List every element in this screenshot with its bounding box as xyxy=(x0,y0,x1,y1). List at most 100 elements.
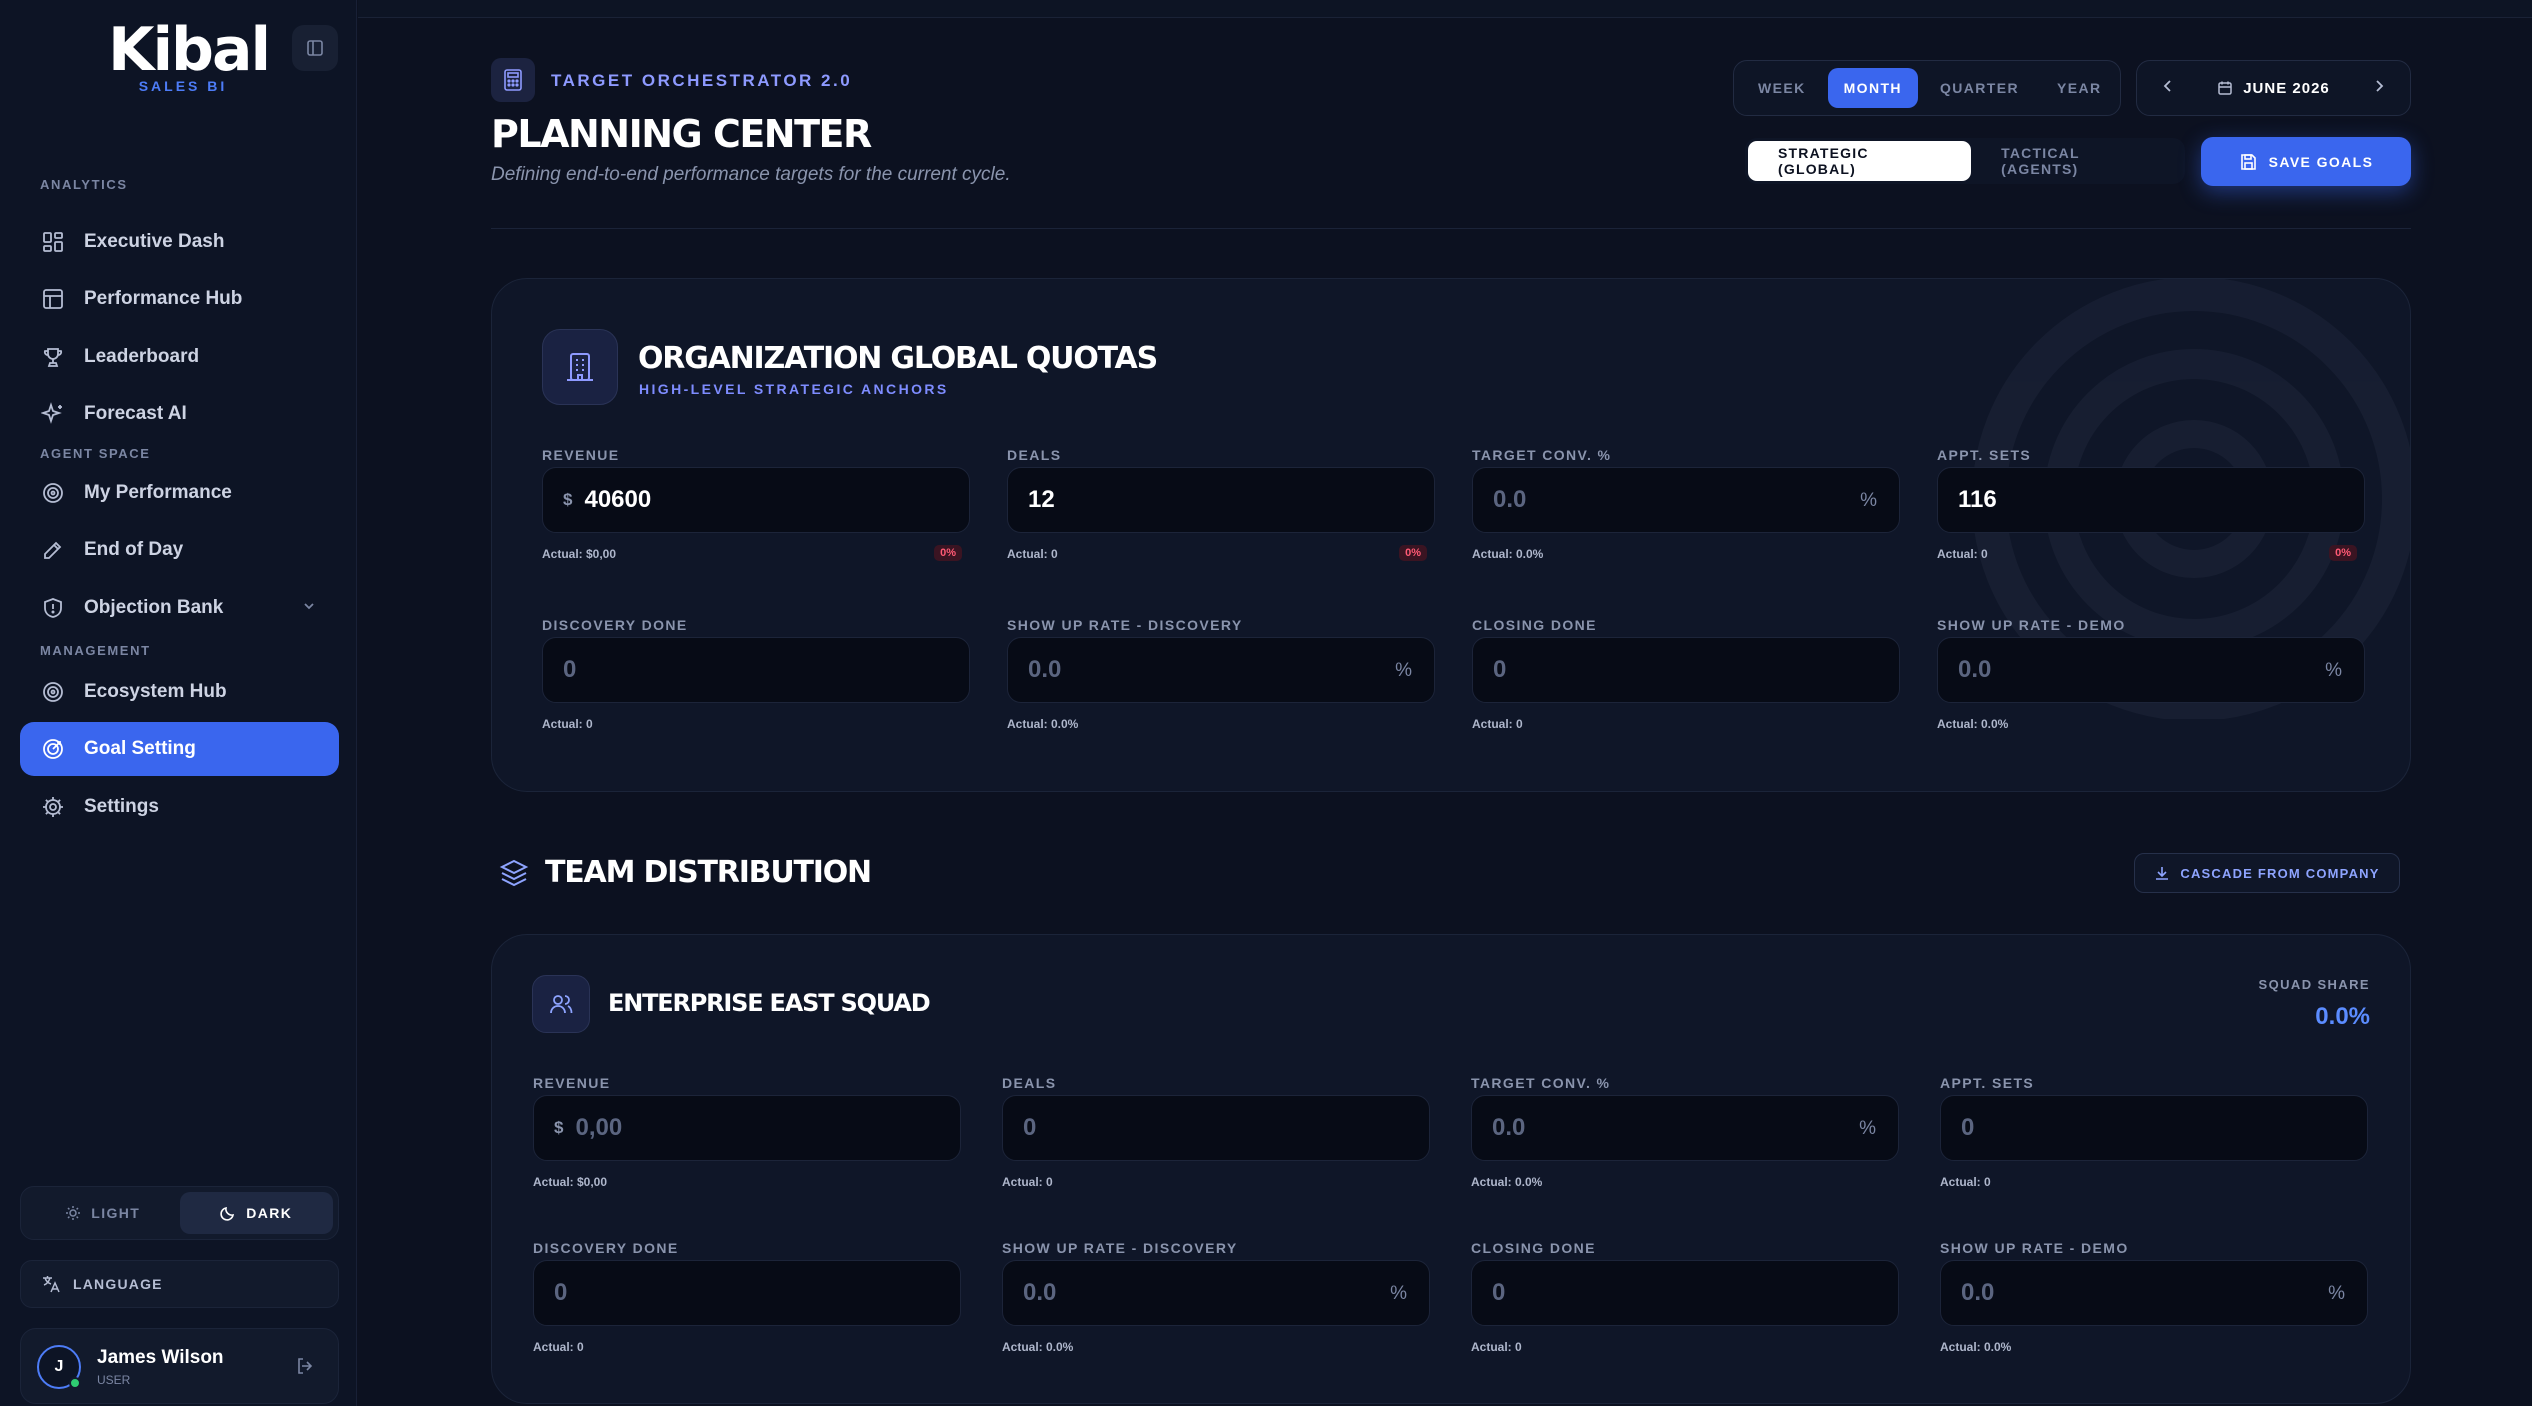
online-status-dot xyxy=(69,1377,81,1389)
actual-text: Actual: 0.0% xyxy=(1937,717,2009,731)
sidebar-item-label: Objection Bank xyxy=(84,597,224,618)
deals-input[interactable]: 0 xyxy=(1002,1095,1430,1161)
brand-logo[interactable]: Kibal SALES BI xyxy=(108,18,271,94)
tab-tactical-agents[interactable]: TACTICAL (AGENTS) xyxy=(1971,141,2182,181)
percent-suffix: % xyxy=(2325,660,2342,681)
squad-metric-target-conv: TARGET CONV. % 0.0 % Actual: 0.0% xyxy=(1471,1075,1899,1195)
logout-icon[interactable] xyxy=(294,1355,316,1382)
theme-light-button[interactable]: LIGHT xyxy=(26,1192,180,1234)
squad-metric-discovery-done: DISCOVERY DONE 0 Actual: 0 xyxy=(533,1240,961,1360)
sidebar-item-end-of-day[interactable]: End of Day xyxy=(20,523,339,577)
actual-text: Actual: 0 xyxy=(1007,547,1058,561)
global-metric-show-up-demo: SHOW UP RATE - DEMO 0.0 % Actual: 0.0% xyxy=(1937,617,2365,737)
metric-value: 0.0 xyxy=(1028,656,1062,683)
chevron-right-icon[interactable] xyxy=(2370,77,2388,100)
squad-share-value: 0.0% xyxy=(2315,1003,2370,1030)
chevron-down-icon[interactable] xyxy=(301,598,317,619)
sidebar-item-label: My Performance xyxy=(84,482,232,503)
sidebar-item-my-performance[interactable]: My Performance xyxy=(20,466,339,520)
sidebar-item-label: Settings xyxy=(84,796,159,817)
metric-actual: Actual: 0.0% xyxy=(1002,1340,1430,1360)
discovery-done-input[interactable]: 0 xyxy=(533,1260,961,1326)
translate-icon xyxy=(43,1276,60,1293)
squad-metric-deals: DEALS 0 Actual: 0 xyxy=(1002,1075,1430,1195)
period-tab-month[interactable]: MONTH xyxy=(1827,68,1918,108)
metric-value: 0.0 xyxy=(1958,656,1992,683)
metric-label: REVENUE xyxy=(533,1075,611,1091)
theme-dark-button[interactable]: DARK xyxy=(179,1192,333,1234)
date-picker[interactable]: JUNE 2026 xyxy=(2217,80,2330,97)
calendar-icon xyxy=(2218,81,2232,95)
show-up-demo-input[interactable]: 0.0 % xyxy=(1937,637,2365,703)
metric-value: 0.0 xyxy=(1961,1279,1995,1306)
sidebar-item-settings[interactable]: Settings xyxy=(20,780,339,834)
sidebar-item-executive-dash[interactable]: Executive Dash xyxy=(20,215,339,269)
section-label-management: MANAGEMENT xyxy=(40,643,151,658)
metric-label: SHOW UP RATE - DISCOVERY xyxy=(1007,617,1243,633)
period-tab-year[interactable]: YEAR xyxy=(2041,68,2118,108)
show-up-demo-input[interactable]: 0.0 % xyxy=(1940,1260,2368,1326)
closing-done-input[interactable]: 0 xyxy=(1472,637,1900,703)
sidebar-item-forecast-ai[interactable]: Forecast AI xyxy=(20,387,339,441)
sidebar-item-performance-hub[interactable]: Performance Hub xyxy=(20,272,339,326)
period-tab-week[interactable]: WEEK xyxy=(1742,68,1822,108)
metric-value: 0 xyxy=(1493,656,1507,683)
tab-strategic-global[interactable]: STRATEGIC (GLOBAL) xyxy=(1748,141,1972,181)
download-icon xyxy=(2156,867,2169,880)
squad-metric-show-up-demo: SHOW UP RATE - DEMO 0.0 % Actual: 0.0% xyxy=(1940,1240,2368,1360)
revenue-input[interactable]: $ 40600 xyxy=(542,467,970,533)
show-up-discovery-input[interactable]: 0.0 % xyxy=(1007,637,1435,703)
squad-name: ENTERPRISE EAST SQUAD xyxy=(608,989,931,1017)
language-label: LANGUAGE xyxy=(73,1276,163,1292)
theme-dark-label: DARK xyxy=(246,1205,293,1221)
date-label: JUNE 2026 xyxy=(2243,79,2330,97)
sidebar-item-label: Forecast AI xyxy=(84,403,187,424)
calculator-icon xyxy=(491,58,535,102)
language-button[interactable]: LANGUAGE xyxy=(20,1260,339,1308)
layers-icon xyxy=(498,857,530,894)
percent-suffix: % xyxy=(1859,1118,1876,1139)
revenue-input[interactable]: $ 0,00 xyxy=(533,1095,961,1161)
sidebar-item-label: End of Day xyxy=(84,539,184,560)
period-tabs: WEEK MONTH QUARTER YEAR xyxy=(1733,60,2121,116)
building-icon xyxy=(542,329,618,405)
appt-sets-input[interactable]: 116 xyxy=(1937,467,2365,533)
mode-tabs: STRATEGIC (GLOBAL) TACTICAL (AGENTS) xyxy=(1745,138,2185,184)
cascade-from-company-button[interactable]: CASCADE FROM COMPANY xyxy=(2134,853,2400,893)
currency-symbol: $ xyxy=(554,1118,564,1137)
sidebar-item-label: Executive Dash xyxy=(84,231,225,252)
sidebar-item-leaderboard[interactable]: Leaderboard xyxy=(20,330,339,384)
collapse-sidebar-button[interactable] xyxy=(292,25,338,71)
closing-done-input[interactable]: 0 xyxy=(1471,1260,1899,1326)
global-metric-revenue: REVENUE $ 40600 Actual: $0,00 0% xyxy=(542,447,970,567)
progress-badge: 0% xyxy=(1399,545,1427,561)
discovery-done-input[interactable]: 0 xyxy=(542,637,970,703)
metric-actual: Actual: 0 0% xyxy=(1937,545,2365,567)
global-metric-deals: DEALS 12 Actual: 0 0% xyxy=(1007,447,1435,567)
metric-value: 116 xyxy=(1958,486,1997,513)
target-conv-input[interactable]: 0.0 % xyxy=(1471,1095,1899,1161)
progress-badge: 0% xyxy=(2329,545,2357,561)
show-up-discovery-input[interactable]: 0.0 % xyxy=(1002,1260,1430,1326)
metric-value: 0 xyxy=(1961,1114,1975,1141)
appt-sets-input[interactable]: 0 xyxy=(1940,1095,2368,1161)
save-goals-button[interactable]: SAVE GOALS xyxy=(2201,137,2411,186)
global-metric-appt-sets: APPT. SETS 116 Actual: 0 0% xyxy=(1937,447,2365,567)
period-tab-quarter[interactable]: QUARTER xyxy=(1924,68,2035,108)
user-card[interactable]: J James Wilson USER xyxy=(20,1328,339,1404)
percent-suffix: % xyxy=(1395,660,1412,681)
gear-icon xyxy=(40,794,66,820)
metric-value: 0.0 xyxy=(1493,486,1527,513)
sidebar-item-objection-bank[interactable]: Objection Bank xyxy=(20,581,339,635)
sidebar-item-label: Ecosystem Hub xyxy=(84,681,227,702)
sidebar-item-goal-setting[interactable]: Goal Setting xyxy=(20,722,339,776)
metric-label: REVENUE xyxy=(542,447,620,463)
metric-value: 0 xyxy=(554,1279,568,1306)
chevron-left-icon[interactable] xyxy=(2159,77,2177,100)
sidebar-item-ecosystem-hub[interactable]: Ecosystem Hub xyxy=(20,665,339,719)
deals-input[interactable]: 12 xyxy=(1007,467,1435,533)
metric-value: 0.0 xyxy=(1023,1279,1057,1306)
metric-actual: Actual: 0.0% xyxy=(1007,717,1435,737)
target-conv-input[interactable]: 0.0 % xyxy=(1472,467,1900,533)
theme-toggle: LIGHT DARK xyxy=(20,1186,339,1240)
